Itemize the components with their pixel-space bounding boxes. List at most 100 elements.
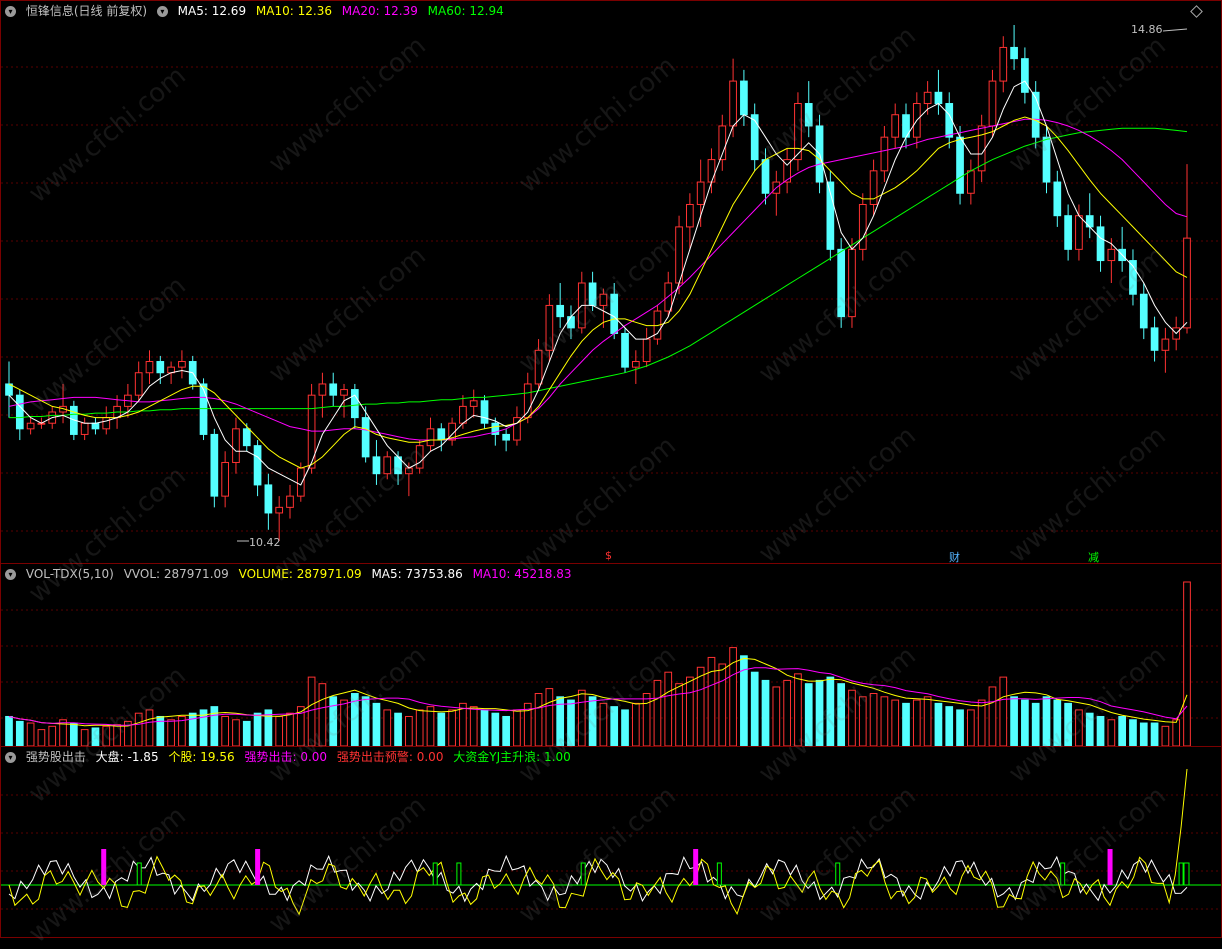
volume-bar — [891, 699, 900, 746]
volume-bar — [210, 706, 219, 746]
candle-body — [361, 417, 370, 458]
volume-bar — [545, 688, 554, 746]
high-pointer — [1162, 28, 1188, 32]
ma10-label: MA10: 12.36 — [255, 4, 332, 18]
candle-body — [999, 46, 1008, 82]
volume-bar — [113, 724, 121, 746]
volume-bar — [394, 712, 402, 746]
volume-bar — [1042, 696, 1051, 746]
volume-bar — [675, 683, 683, 746]
panel-toggle-icon[interactable]: ▾ — [5, 6, 16, 17]
volume-bar — [37, 729, 46, 746]
candle-body — [707, 159, 716, 183]
volume-bar — [567, 699, 575, 746]
volume-bar — [923, 696, 932, 746]
indicator-toggle-icon[interactable]: ▾ — [5, 752, 16, 763]
candle-body — [1107, 248, 1116, 262]
candle-body — [383, 456, 392, 475]
candle-body — [956, 136, 964, 194]
volume-bar — [80, 729, 89, 746]
candle-body — [567, 316, 575, 329]
volume-bar — [696, 666, 705, 746]
volume-bar — [513, 709, 521, 746]
capital-signal-bar — [456, 862, 462, 886]
strong-signal-bar — [1107, 849, 1113, 885]
candle-body — [610, 293, 619, 334]
candle-body — [502, 433, 510, 441]
volume-bar — [1010, 696, 1018, 746]
volume-toggle-icon[interactable]: ▾ — [5, 569, 16, 580]
price-panel[interactable]: ▾ 恒锋信息(日线 前复权) ▾ MA5: 12.69 MA10: 12.36 … — [0, 0, 1222, 564]
candle-body — [686, 203, 694, 228]
volume-bar — [804, 683, 813, 746]
vol-ma10-label: MA10: 45218.83 — [472, 567, 572, 581]
volume-bar — [761, 679, 770, 746]
volume-bar — [999, 676, 1008, 746]
ma60-line — [9, 127, 1188, 419]
volume-bar — [610, 706, 619, 746]
candle-body — [729, 80, 737, 127]
volume-bar — [134, 712, 143, 746]
volume-bar — [599, 702, 608, 746]
volume-bar — [329, 696, 338, 746]
candle-body — [1010, 46, 1018, 60]
candle-body — [469, 400, 478, 407]
candle-body — [264, 484, 273, 514]
capital-signal-bar — [580, 862, 586, 886]
volume-bar — [383, 709, 392, 746]
volume-bar — [686, 676, 694, 746]
volume-bar — [91, 727, 100, 746]
capital-signal-bar — [1060, 862, 1066, 886]
volume-bar — [15, 720, 24, 746]
volume-bar — [934, 702, 943, 746]
price-header: ▾ 恒锋信息(日线 前复权) ▾ MA5: 12.69 MA10: 12.36 … — [5, 3, 510, 19]
volume-bar — [858, 696, 867, 746]
candlestick-chart[interactable] — [1, 1, 1221, 563]
strong-signal-bar — [101, 849, 107, 885]
volume-bar — [815, 679, 824, 746]
settings-toggle-icon[interactable]: ▾ — [156, 6, 168, 17]
volume-bar — [167, 719, 175, 746]
warning-label: 强势出击预警: 0.00 — [336, 750, 444, 764]
volume-bar — [469, 706, 478, 746]
volume-bar — [426, 706, 435, 746]
volume-bar — [5, 715, 13, 746]
ind-name: 强势股出击 — [25, 750, 86, 764]
volume-bar — [794, 673, 802, 746]
indicator-panel[interactable]: ▾ 强势股出击 大盘: -1.85 个股: 19.56 强势出击: 0.00 强… — [0, 746, 1222, 938]
volume-bar — [1096, 715, 1105, 746]
volume-bar — [588, 696, 597, 746]
volume-bar — [577, 689, 586, 746]
volume-bar — [1085, 712, 1094, 746]
candle-body — [318, 383, 327, 396]
candle-body — [210, 433, 219, 497]
candle-body — [80, 422, 89, 435]
candle-body — [588, 282, 597, 306]
candle-body — [837, 248, 846, 318]
marker-dollar[interactable]: $ — [605, 549, 612, 562]
volume-bar — [534, 693, 543, 746]
candle-body — [631, 361, 640, 368]
candle-body — [91, 422, 100, 430]
volume-bar — [902, 702, 910, 746]
strong-label: 强势出击: 0.00 — [244, 750, 328, 764]
volume-bar — [1021, 699, 1029, 746]
volume-header: ▾ VOL-TDX(5,10) VVOL: 287971.09 VOLUME: … — [5, 566, 578, 582]
candle-body — [199, 383, 208, 435]
volume-bar — [880, 696, 889, 746]
volume-bar — [967, 709, 975, 746]
candle-body — [221, 461, 229, 497]
volume-chart[interactable] — [1, 564, 1221, 746]
candle-body — [761, 159, 770, 194]
indicator-chart[interactable] — [1, 747, 1221, 937]
volume-bar — [750, 671, 759, 746]
strong-signal-bar — [255, 849, 261, 885]
candle-body — [696, 181, 705, 205]
candle-body — [275, 506, 284, 514]
gegu-line — [8, 768, 1188, 916]
volume-bar — [1107, 719, 1116, 746]
volume-bar — [69, 722, 78, 746]
volume-panel[interactable]: ▾ VOL-TDX(5,10) VVOL: 287971.09 VOLUME: … — [0, 563, 1222, 747]
candle-body — [253, 445, 262, 486]
candle-body — [15, 394, 24, 430]
